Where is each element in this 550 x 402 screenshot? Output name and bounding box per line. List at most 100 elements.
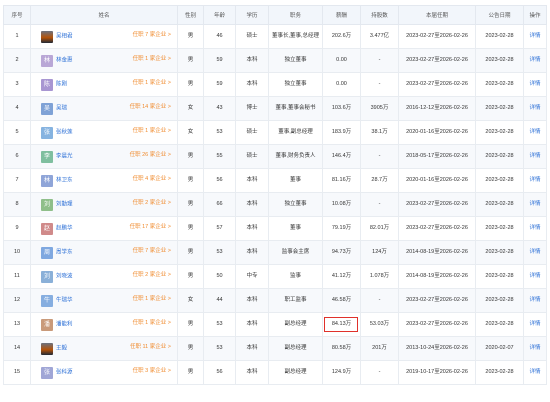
header-action: 操作 xyxy=(523,5,547,25)
row-number: 15 xyxy=(3,360,31,385)
avatar[interactable]: 刘 xyxy=(41,198,53,211)
avatar[interactable]: 潘 xyxy=(41,318,53,331)
name-cell: 刘刘晓波 任职 2 家企业 > xyxy=(30,264,178,289)
person-name-link[interactable]: 林金惠 xyxy=(56,57,73,63)
avatar[interactable]: 周 xyxy=(41,246,53,259)
positions-link[interactable]: 任职 1 家企业 > xyxy=(133,56,171,64)
positions-link[interactable]: 任职 17 家企业 > xyxy=(130,224,171,232)
row-number: 2 xyxy=(3,48,31,73)
pay-cell: 103.6万 xyxy=(322,96,361,121)
gender-cell: 女 xyxy=(177,120,204,145)
details-link[interactable]: 详情 xyxy=(529,297,540,303)
avatar-photo[interactable] xyxy=(41,342,53,355)
person-name-link[interactable]: 林卫东 xyxy=(56,177,73,183)
gender-cell: 男 xyxy=(177,240,204,265)
avatar[interactable]: 张 xyxy=(41,366,53,379)
person-name-link[interactable]: 吴相君 xyxy=(56,33,73,39)
education-cell: 本科 xyxy=(235,192,269,217)
details-link[interactable]: 详情 xyxy=(529,249,540,255)
positions-link[interactable]: 任职 4 家企业 > xyxy=(133,176,171,184)
details-link[interactable]: 详情 xyxy=(529,321,540,327)
name-cell: 张张科源 任职 3 家企业 > xyxy=(30,360,178,385)
positions-link[interactable]: 任职 26 家企业 > xyxy=(130,152,171,160)
avatar-photo[interactable] xyxy=(41,30,53,43)
details-link[interactable]: 详情 xyxy=(529,129,540,135)
person-name-link[interactable]: 李晨光 xyxy=(56,153,73,159)
person-name-link[interactable]: 张科源 xyxy=(56,369,73,375)
term-cell: 2014-08-19至2026-02-26 xyxy=(398,240,476,265)
positions-link[interactable]: 任职 3 家企业 > xyxy=(133,368,171,376)
education-cell: 本科 xyxy=(235,312,269,337)
gender-cell: 男 xyxy=(177,168,204,193)
positions-link[interactable]: 任职 7 家企业 > xyxy=(133,248,171,256)
shares-cell: - xyxy=(360,288,399,313)
shares-cell: - xyxy=(360,360,399,385)
person-name-link[interactable]: 牛瑞华 xyxy=(56,297,73,303)
avatar[interactable]: 林 xyxy=(41,174,53,187)
person-name-link[interactable]: 吴瑞 xyxy=(56,105,67,111)
header-announce-date: 公告日期 xyxy=(475,5,524,25)
positions-link[interactable]: 任职 11 家企业 > xyxy=(130,344,171,352)
avatar[interactable]: 刘 xyxy=(41,270,53,283)
age-cell: 46 xyxy=(203,24,236,49)
shares-cell: - xyxy=(360,192,399,217)
person-name-link[interactable]: 张秋莲 xyxy=(56,129,73,135)
positions-link[interactable]: 任职 7 家企业 > xyxy=(133,32,171,40)
person-name-link[interactable]: 刘勤理 xyxy=(56,201,73,207)
table-row: 5 张张秋莲 任职 1 家企业 > 女 53 硕士 董事,副总经理 183.9万 38.1万 20… xyxy=(3,120,547,145)
details-link[interactable]: 详情 xyxy=(529,273,540,279)
education-cell: 硕士 xyxy=(235,120,269,145)
announce-date-cell: 2023-02-28 xyxy=(475,264,524,289)
row-number: 4 xyxy=(3,96,31,121)
person-name-link[interactable]: 周学东 xyxy=(56,249,73,255)
positions-link[interactable]: 任职 14 家企业 > xyxy=(130,104,171,112)
positions-link[interactable]: 任职 1 家企业 > xyxy=(133,320,171,328)
details-link[interactable]: 详情 xyxy=(529,177,540,183)
avatar[interactable]: 林 xyxy=(41,54,53,67)
positions-link[interactable]: 任职 1 家企业 > xyxy=(133,296,171,304)
details-link[interactable]: 详情 xyxy=(529,105,540,111)
avatar[interactable]: 赵 xyxy=(41,222,53,235)
details-link[interactable]: 详情 xyxy=(529,57,540,63)
details-link-cell: 详情 xyxy=(523,312,547,337)
person-name-link[interactable]: 赵鹏华 xyxy=(56,225,73,231)
person-name-link[interactable]: 刘晓波 xyxy=(56,273,73,279)
pay-cell: 81.16万 xyxy=(322,168,361,193)
name-cell: 李李晨光 任职 26 家企业 > xyxy=(30,144,178,169)
executives-table: 序号 姓名 性别 年龄 学历 职务 薪酬 持股数 本届任期 公告日期 操作 1吴… xyxy=(3,5,547,385)
name-cell: 吴相君 任职 7 家企业 > xyxy=(30,24,178,49)
person-name-link[interactable]: 王毅 xyxy=(56,345,67,351)
announce-date-cell: 2023-02-28 xyxy=(475,192,524,217)
details-link[interactable]: 详情 xyxy=(529,201,540,207)
positions-link[interactable]: 任职 1 家企业 > xyxy=(133,128,171,136)
details-link[interactable]: 详情 xyxy=(529,369,540,375)
positions-link[interactable]: 任职 2 家企业 > xyxy=(133,200,171,208)
details-link[interactable]: 详情 xyxy=(529,225,540,231)
details-link[interactable]: 详情 xyxy=(529,33,540,39)
highlight-box xyxy=(324,317,358,332)
details-link[interactable]: 详情 xyxy=(529,345,540,351)
person-name-link[interactable]: 陈刚 xyxy=(56,81,67,87)
details-link[interactable]: 详情 xyxy=(529,81,540,87)
title-cell: 董事 xyxy=(268,168,323,193)
age-cell: 55 xyxy=(203,144,236,169)
education-cell: 本科 xyxy=(235,288,269,313)
avatar[interactable]: 张 xyxy=(41,126,53,139)
education-cell: 本科 xyxy=(235,216,269,241)
avatar[interactable]: 牛 xyxy=(41,294,53,307)
announce-date-cell: 2023-02-28 xyxy=(475,360,524,385)
positions-link[interactable]: 任职 2 家企业 > xyxy=(133,272,171,280)
table-row: 12 牛牛瑞华 任职 1 家企业 > 女 44 本科 职工监事 46.58万 -2023-02-… xyxy=(3,288,547,313)
person-name-link[interactable]: 潘能利 xyxy=(56,321,73,327)
positions-link[interactable]: 任职 1 家企业 > xyxy=(133,80,171,88)
avatar[interactable]: 陈 xyxy=(41,78,53,91)
details-link[interactable]: 详情 xyxy=(529,153,540,159)
title-cell: 董事,董事会秘书 xyxy=(268,96,323,121)
row-number: 12 xyxy=(3,288,31,313)
table-row: 2 林林金惠 任职 1 家企业 > 男 59 本科 独立董事 0.00-2023-02-27至… xyxy=(3,48,547,73)
shares-cell: 3905万 xyxy=(360,96,399,121)
shares-cell: 28.7万 xyxy=(360,168,399,193)
avatar[interactable]: 吴 xyxy=(41,102,53,115)
avatar[interactable]: 李 xyxy=(41,150,53,163)
details-link-cell: 详情 xyxy=(523,240,547,265)
